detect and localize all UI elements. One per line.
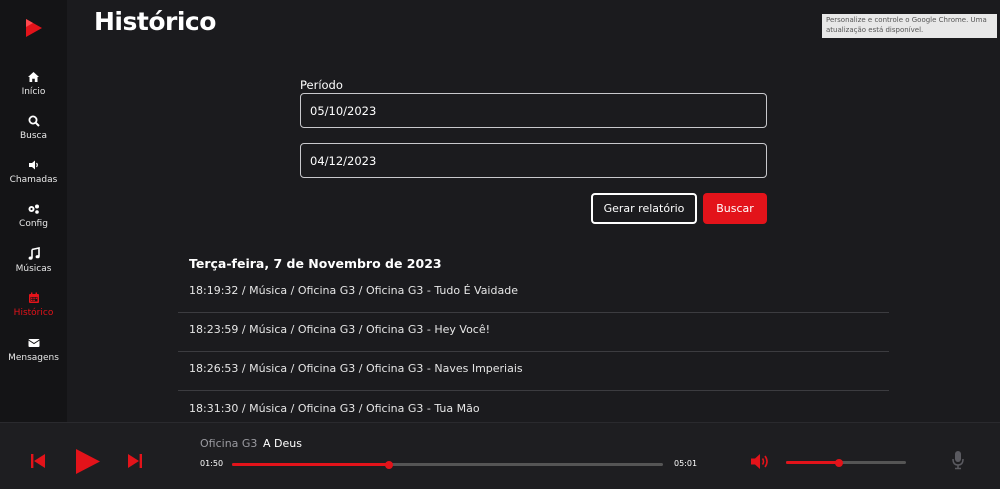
progress-handle[interactable]: [385, 460, 394, 469]
sidebar-item-label: Chamadas: [9, 175, 58, 185]
sidebar-item-historico[interactable]: Histórico: [0, 291, 67, 318]
list-item: 18:19:32 / Música / Oficina G3 / Oficina…: [178, 274, 889, 313]
play-icon[interactable]: [75, 448, 101, 475]
search-icon: [28, 115, 40, 127]
generate-report-button[interactable]: Gerar relatório: [591, 193, 697, 224]
sidebar-item-label: Histórico: [13, 308, 54, 318]
previous-track-icon[interactable]: [30, 453, 46, 469]
duration-time: 05:01: [674, 459, 698, 468]
now-playing-song: A Deus: [263, 437, 302, 450]
sidebar-item-label: Config: [19, 219, 48, 229]
list-item-text: 18:23:59 / Música / Oficina G3 / Oficina…: [189, 323, 491, 336]
sidebar-item-label: Músicas: [15, 264, 52, 274]
sidebar-item-config[interactable]: Config: [0, 202, 67, 229]
period-label: Período: [300, 78, 343, 92]
progress-slider[interactable]: [232, 460, 663, 469]
list-item: 18:23:59 / Música / Oficina G3 / Oficina…: [178, 313, 889, 352]
chrome-update-notice[interactable]: Personalize e controle o Google Chrome. …: [822, 14, 997, 38]
page-title: Histórico: [94, 7, 216, 36]
sidebar-item-busca[interactable]: Busca: [0, 114, 67, 141]
speaker-icon: [28, 160, 38, 170]
sidebar-item-label: Mensagens: [8, 353, 59, 363]
now-playing-artist: Oficina G3: [200, 437, 258, 450]
list-item: 18:26:53 / Música / Oficina G3 / Oficina…: [178, 352, 889, 391]
home-icon: [28, 72, 39, 82]
sidebar-item-chamadas[interactable]: Chamadas: [0, 158, 67, 185]
sidebar-item-label: Busca: [19, 131, 48, 141]
sidebar-item-mensagens[interactable]: Mensagens: [0, 336, 67, 363]
gears-icon: [28, 204, 39, 214]
search-button[interactable]: Buscar: [703, 193, 767, 224]
envelope-icon: [27, 339, 40, 347]
progress-fill: [232, 463, 390, 466]
calendar-icon: [28, 292, 39, 303]
sidebar: Início Busca Chamadas Config Músicas His…: [0, 0, 67, 422]
player-bar: Oficina G3 A Deus 01:50 05:01: [0, 422, 1000, 489]
sidebar-item-label: Início: [21, 87, 46, 97]
music-note-icon: [28, 247, 40, 260]
volume-icon[interactable]: [750, 453, 771, 470]
volume-fill: [786, 461, 839, 464]
next-track-icon[interactable]: [127, 453, 143, 469]
day-header: Terça-feira, 7 de Novembro de 2023: [189, 256, 442, 271]
volume-slider[interactable]: [786, 458, 906, 467]
list-item-text: 18:31:30 / Música / Oficina G3 / Oficina…: [189, 402, 480, 415]
list-item-text: 18:26:53 / Música / Oficina G3 / Oficina…: [189, 362, 523, 375]
start-date-field[interactable]: [300, 93, 767, 128]
end-date-field[interactable]: [300, 143, 767, 178]
sidebar-item-musicas[interactable]: Músicas: [0, 247, 67, 274]
list-item-text: 18:19:32 / Música / Oficina G3 / Oficina…: [189, 284, 518, 297]
app-logo-icon: [26, 19, 42, 37]
elapsed-time: 01:50: [200, 459, 224, 468]
microphone-icon[interactable]: [951, 450, 965, 470]
volume-handle[interactable]: [834, 458, 843, 467]
sidebar-item-inicio[interactable]: Início: [0, 70, 67, 97]
